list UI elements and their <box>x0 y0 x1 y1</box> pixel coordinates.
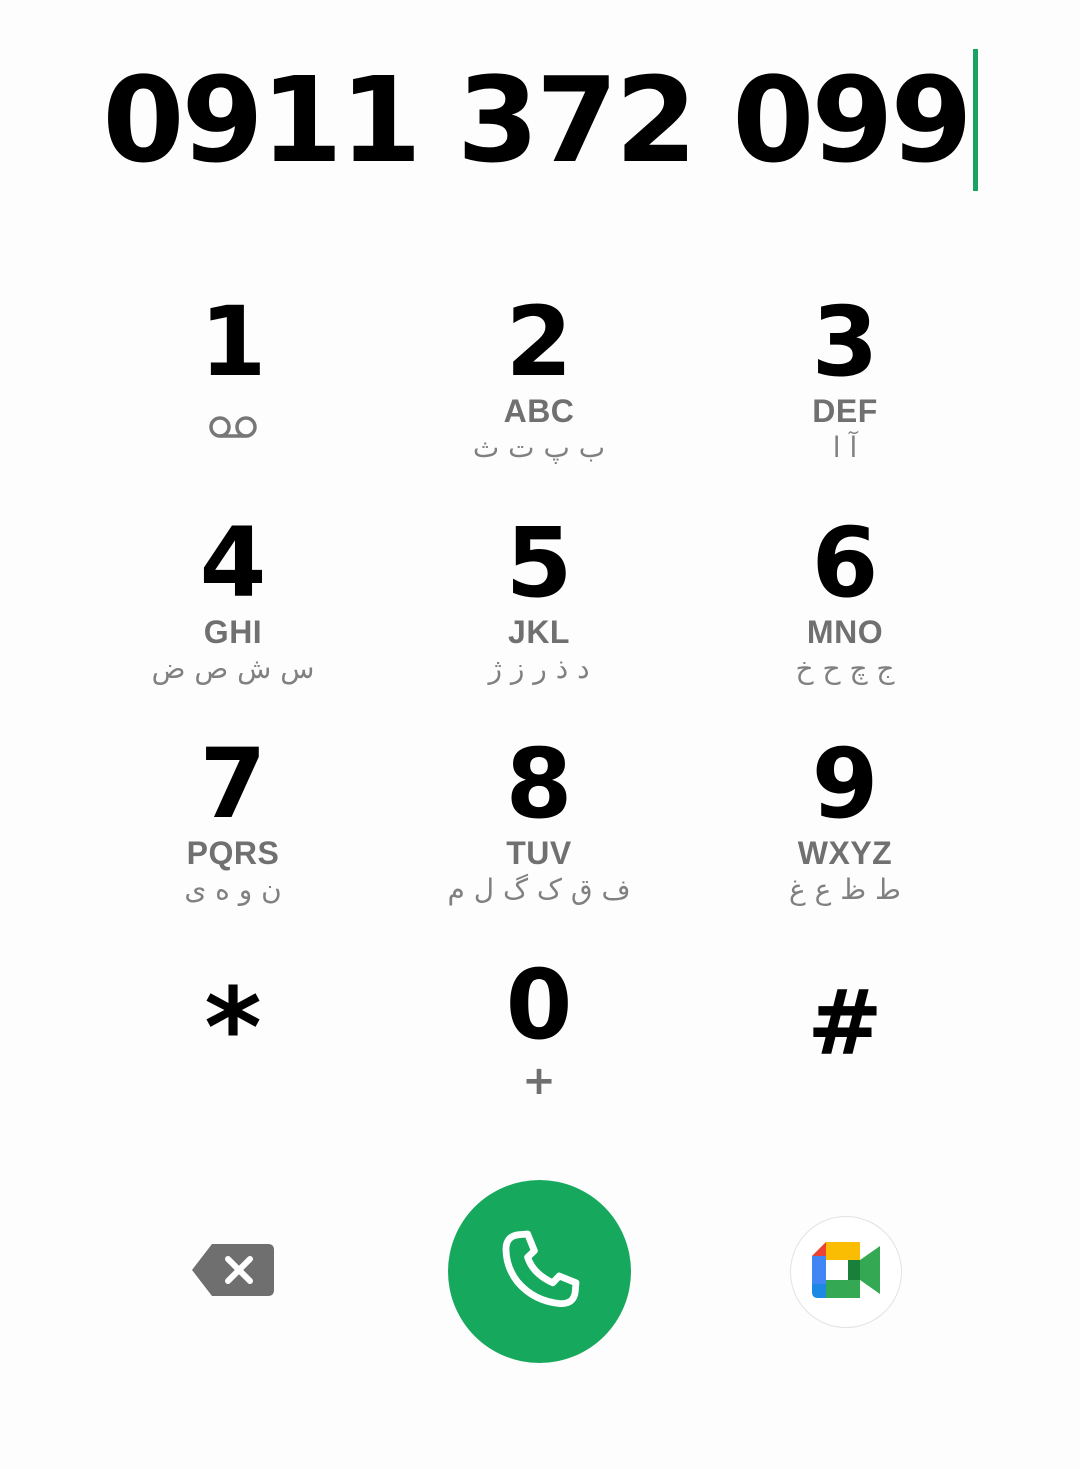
key-farsi-letters: ف ق ک گ ل م <box>447 873 631 906</box>
backspace-icon <box>190 1244 276 1304</box>
key-digit: 6 <box>811 507 879 619</box>
dialpad-key-hash[interactable]: # <box>692 951 998 1172</box>
dialpad-key-9[interactable]: 9 WXYZ ط ظ ع غ <box>692 730 998 951</box>
key-digit: 1 <box>199 286 267 398</box>
text-cursor <box>972 49 978 191</box>
backspace-button[interactable] <box>190 1240 276 1300</box>
key-letters: GHI <box>203 614 263 650</box>
key-farsi-letters: د ذ ر ز ژ <box>488 652 590 685</box>
key-digit: 3 <box>811 286 879 398</box>
key-letters: MNO <box>806 614 884 650</box>
key-farsi-letters: س ش ص ض <box>151 652 315 685</box>
dialpad: 1 2 ABC ب پ ت ث 3 DEF آ ا 4 GHI س ش ص ض … <box>80 288 1000 1172</box>
call-button[interactable] <box>448 1180 631 1363</box>
key-digit: 7 <box>199 728 267 840</box>
key-digit: 8 <box>505 728 573 840</box>
dialpad-key-4[interactable]: 4 GHI س ش ص ض <box>80 509 386 730</box>
dialpad-key-star[interactable]: * <box>80 951 386 1172</box>
video-call-button[interactable] <box>790 1216 902 1328</box>
google-meet-icon <box>808 1238 884 1306</box>
dialed-number-wrapper: 0911 372 099 <box>102 40 978 200</box>
key-letters: DEF <box>812 393 878 429</box>
key-letters: PQRS <box>186 835 280 871</box>
key-digit: 4 <box>199 507 267 619</box>
dialpad-key-1[interactable]: 1 <box>80 288 386 509</box>
key-digit: # <box>807 971 883 1076</box>
key-farsi-letters: ط ظ ع غ <box>789 873 901 906</box>
dialpad-key-0[interactable]: 0 + <box>386 951 692 1172</box>
key-letters: ABC <box>503 393 575 429</box>
dialpad-key-7[interactable]: 7 PQRS ن و ه ی <box>80 730 386 951</box>
key-digit: 5 <box>505 507 573 619</box>
key-plus-sign: + <box>522 1058 556 1104</box>
dialpad-key-2[interactable]: 2 ABC ب پ ت ث <box>386 288 692 509</box>
key-digit: 0 <box>505 949 573 1061</box>
phone-icon <box>492 1222 588 1322</box>
key-letters: TUV <box>506 835 572 871</box>
key-digit: * <box>204 964 262 1092</box>
key-farsi-letters: ب پ ت ث <box>472 431 606 464</box>
key-letters: JKL <box>508 614 570 650</box>
dialed-number-text: 0911 372 099 <box>102 51 972 189</box>
key-digit: 9 <box>811 728 879 840</box>
key-farsi-letters: آ ا <box>832 431 858 464</box>
key-digit: 2 <box>505 286 573 398</box>
dialpad-key-3[interactable]: 3 DEF آ ا <box>692 288 998 509</box>
voicemail-icon <box>208 412 258 442</box>
dialpad-key-5[interactable]: 5 JKL د ذ ر ز ژ <box>386 509 692 730</box>
key-farsi-letters: ج چ ح خ <box>795 652 895 685</box>
key-farsi-letters: ن و ه ی <box>184 873 282 906</box>
key-letters: WXYZ <box>797 835 893 871</box>
dialed-number-field[interactable]: 0911 372 099 <box>0 40 1080 200</box>
dialer-action-bar <box>0 1180 1080 1365</box>
dialpad-key-8[interactable]: 8 TUV ف ق ک گ ل م <box>386 730 692 951</box>
dialpad-key-6[interactable]: 6 MNO ج چ ح خ <box>692 509 998 730</box>
